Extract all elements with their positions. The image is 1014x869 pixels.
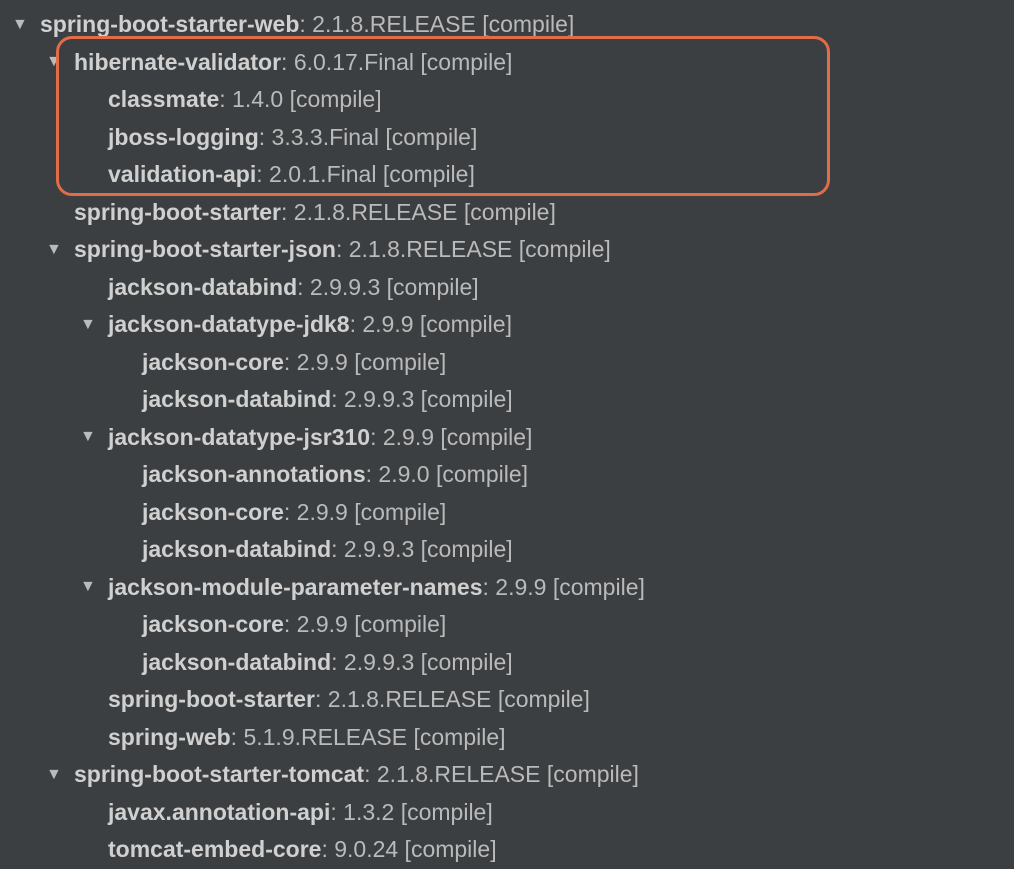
chevron-down-icon[interactable]: ▼ bbox=[46, 766, 74, 784]
dependency-version-scope: : 2.9.9 [compile] bbox=[370, 424, 532, 451]
dependency-version-scope: : 2.9.9 [compile] bbox=[350, 311, 512, 338]
dependency-name: spring-web bbox=[108, 724, 231, 751]
tree-item[interactable]: spring-boot-starter : 2.1.8.RELEASE [com… bbox=[0, 194, 1014, 232]
dependency-name: jackson-annotations bbox=[142, 461, 366, 488]
dependency-version-scope: : 2.9.9 [compile] bbox=[284, 611, 446, 638]
dependency-version-scope: : 2.1.8.RELEASE [compile] bbox=[336, 236, 611, 263]
dependency-name: validation-api bbox=[108, 161, 256, 188]
dependency-name: javax.annotation-api bbox=[108, 799, 330, 826]
dependency-version-scope: : 5.1.9.RELEASE [compile] bbox=[231, 724, 506, 751]
dependency-version-scope: : 2.0.1.Final [compile] bbox=[256, 161, 475, 188]
dependency-version-scope: : 2.9.9 [compile] bbox=[284, 499, 446, 526]
dependency-version-scope: : 2.9.9.3 [compile] bbox=[331, 536, 513, 563]
dependency-version-scope: : 2.9.0 [compile] bbox=[366, 461, 528, 488]
dependency-name: jackson-core bbox=[142, 499, 284, 526]
tree-item[interactable]: ▼jackson-datatype-jdk8 : 2.9.9 [compile] bbox=[0, 306, 1014, 344]
tree-item[interactable]: jackson-databind : 2.9.9.3 [compile] bbox=[0, 531, 1014, 569]
dependency-name: classmate bbox=[108, 86, 219, 113]
dependency-version-scope: : 2.9.9.3 [compile] bbox=[331, 386, 513, 413]
tree-item[interactable]: jackson-core : 2.9.9 [compile] bbox=[0, 494, 1014, 532]
chevron-down-icon[interactable]: ▼ bbox=[46, 241, 74, 259]
tree-item[interactable]: validation-api : 2.0.1.Final [compile] bbox=[0, 156, 1014, 194]
dependency-name: spring-boot-starter-tomcat bbox=[74, 761, 364, 788]
dependency-tree: ▼spring-boot-starter-web : 2.1.8.RELEASE… bbox=[0, 6, 1014, 869]
dependency-version-scope: : 1.3.2 [compile] bbox=[330, 799, 492, 826]
dependency-name: hibernate-validator bbox=[74, 49, 281, 76]
chevron-down-icon[interactable]: ▼ bbox=[80, 578, 108, 596]
dependency-name: jackson-datatype-jdk8 bbox=[108, 311, 350, 338]
dependency-version-scope: : 6.0.17.Final [compile] bbox=[281, 49, 512, 76]
dependency-name: jackson-datatype-jsr310 bbox=[108, 424, 370, 451]
dependency-name: jackson-databind bbox=[142, 536, 331, 563]
dependency-version-scope: : 2.1.8.RELEASE [compile] bbox=[315, 686, 590, 713]
tree-item[interactable]: ▼jackson-datatype-jsr310 : 2.9.9 [compil… bbox=[0, 419, 1014, 457]
tree-item[interactable]: classmate : 1.4.0 [compile] bbox=[0, 81, 1014, 119]
dependency-name: spring-boot-starter-json bbox=[74, 236, 336, 263]
tree-item[interactable]: ▼hibernate-validator : 6.0.17.Final [com… bbox=[0, 44, 1014, 82]
dependency-name: jackson-databind bbox=[142, 386, 331, 413]
dependency-version-scope: : 3.3.3.Final [compile] bbox=[259, 124, 478, 151]
tree-item[interactable]: jackson-databind : 2.9.9.3 [compile] bbox=[0, 269, 1014, 307]
dependency-name: jackson-databind bbox=[108, 274, 297, 301]
tree-item[interactable]: ▼spring-boot-starter-json : 2.1.8.RELEAS… bbox=[0, 231, 1014, 269]
tree-item[interactable]: jboss-logging : 3.3.3.Final [compile] bbox=[0, 119, 1014, 157]
dependency-version-scope: : 2.9.9 [compile] bbox=[483, 574, 645, 601]
dependency-version-scope: : 2.9.9.3 [compile] bbox=[297, 274, 479, 301]
tree-item[interactable]: javax.annotation-api : 1.3.2 [compile] bbox=[0, 794, 1014, 832]
chevron-down-icon[interactable]: ▼ bbox=[46, 53, 74, 71]
chevron-down-icon[interactable]: ▼ bbox=[80, 316, 108, 334]
tree-item[interactable]: tomcat-embed-core : 9.0.24 [compile] bbox=[0, 831, 1014, 869]
dependency-name: jackson-module-parameter-names bbox=[108, 574, 483, 601]
tree-item[interactable]: jackson-core : 2.9.9 [compile] bbox=[0, 606, 1014, 644]
dependency-version-scope: : 2.1.8.RELEASE [compile] bbox=[299, 11, 574, 38]
dependency-name: tomcat-embed-core bbox=[108, 836, 321, 863]
tree-item[interactable]: ▼spring-boot-starter-tomcat : 2.1.8.RELE… bbox=[0, 756, 1014, 794]
dependency-version-scope: : 9.0.24 [compile] bbox=[321, 836, 496, 863]
tree-item[interactable]: jackson-annotations : 2.9.0 [compile] bbox=[0, 456, 1014, 494]
chevron-down-icon[interactable]: ▼ bbox=[80, 428, 108, 446]
tree-item[interactable]: ▼spring-boot-starter-web : 2.1.8.RELEASE… bbox=[0, 6, 1014, 44]
tree-item[interactable]: spring-web : 5.1.9.RELEASE [compile] bbox=[0, 719, 1014, 757]
tree-item[interactable]: jackson-databind : 2.9.9.3 [compile] bbox=[0, 644, 1014, 682]
dependency-version-scope: : 1.4.0 [compile] bbox=[219, 86, 381, 113]
chevron-down-icon[interactable]: ▼ bbox=[12, 16, 40, 34]
dependency-version-scope: : 2.9.9 [compile] bbox=[284, 349, 446, 376]
dependency-name: jackson-core bbox=[142, 611, 284, 638]
dependency-name: spring-boot-starter bbox=[108, 686, 315, 713]
dependency-name: jackson-core bbox=[142, 349, 284, 376]
tree-item[interactable]: ▼jackson-module-parameter-names : 2.9.9 … bbox=[0, 569, 1014, 607]
tree-item[interactable]: spring-boot-starter : 2.1.8.RELEASE [com… bbox=[0, 681, 1014, 719]
tree-item[interactable]: jackson-core : 2.9.9 [compile] bbox=[0, 344, 1014, 382]
dependency-name: jackson-databind bbox=[142, 649, 331, 676]
dependency-name: spring-boot-starter bbox=[74, 199, 281, 226]
dependency-name: jboss-logging bbox=[108, 124, 259, 151]
tree-item[interactable]: jackson-databind : 2.9.9.3 [compile] bbox=[0, 381, 1014, 419]
dependency-version-scope: : 2.1.8.RELEASE [compile] bbox=[281, 199, 556, 226]
dependency-name: spring-boot-starter-web bbox=[40, 11, 299, 38]
dependency-version-scope: : 2.1.8.RELEASE [compile] bbox=[364, 761, 639, 788]
dependency-version-scope: : 2.9.9.3 [compile] bbox=[331, 649, 513, 676]
